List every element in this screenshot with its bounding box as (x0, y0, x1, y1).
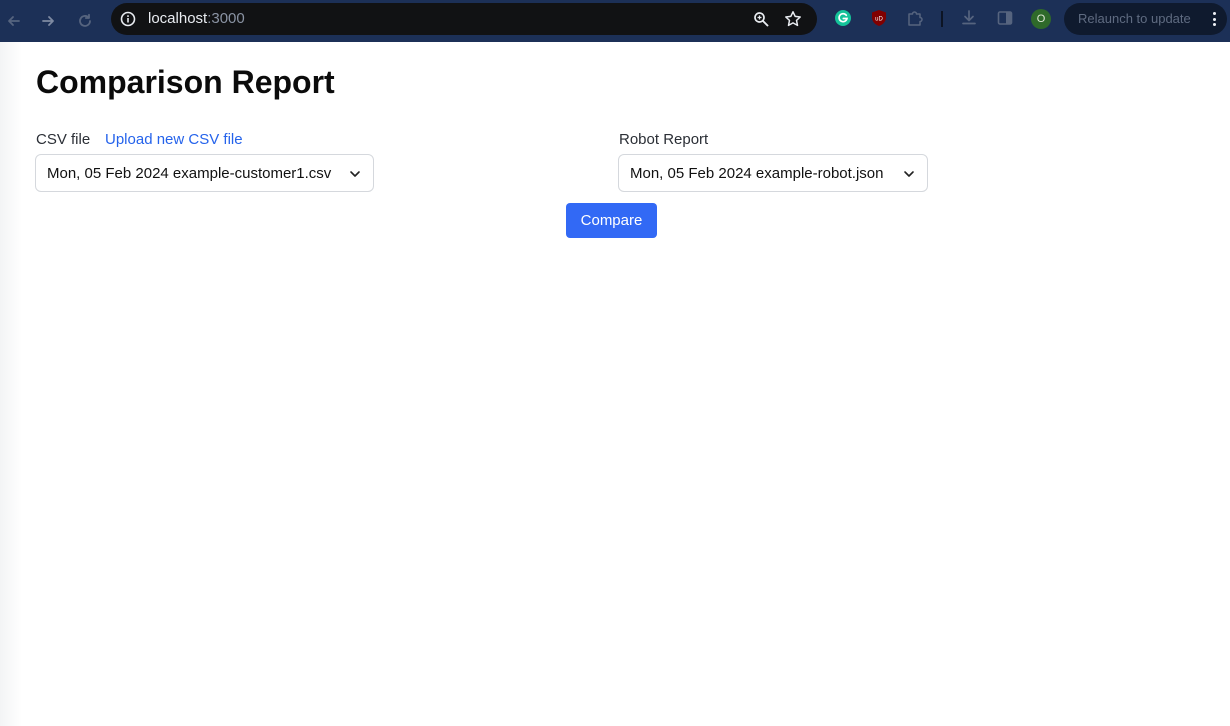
toolbar-divider (941, 11, 943, 27)
ublock-badge-text: uD (875, 17, 883, 23)
compare-button[interactable]: Compare (566, 203, 657, 238)
relaunch-to-update-button[interactable]: Relaunch to update (1064, 3, 1227, 35)
downloads-icon[interactable] (960, 9, 978, 27)
robot-report-selected-value: Mon, 05 Feb 2024 example-robot.json (630, 164, 884, 182)
browser-toolbar: localhost:3000 uD O Relaunch to update (0, 0, 1230, 42)
upload-csv-link[interactable]: Upload new CSV file (105, 131, 243, 149)
grammarly-extension-icon[interactable] (834, 9, 852, 27)
site-info-icon[interactable] (119, 10, 137, 28)
robot-report-select[interactable]: Mon, 05 Feb 2024 example-robot.json (618, 154, 928, 192)
profile-avatar[interactable]: O (1031, 9, 1051, 29)
page-title: Comparison Report (36, 64, 335, 100)
chevron-down-icon (350, 171, 360, 177)
forward-icon[interactable] (35, 8, 61, 34)
reload-icon[interactable] (72, 8, 98, 34)
page-edge-shadow (0, 42, 22, 726)
address-url[interactable]: localhost:3000 (148, 10, 245, 28)
bookmark-star-icon[interactable] (783, 9, 803, 29)
address-bar[interactable]: localhost:3000 (111, 3, 817, 35)
ublock-extension-icon[interactable]: uD (870, 9, 888, 27)
url-host: localhost (148, 10, 208, 27)
robot-report-label: Robot Report (619, 131, 709, 148)
relaunch-label: Relaunch to update (1078, 11, 1191, 26)
csv-file-select[interactable]: Mon, 05 Feb 2024 example-customer1.csv (35, 154, 374, 192)
back-icon[interactable] (1, 8, 27, 34)
side-panel-icon[interactable] (996, 9, 1014, 27)
csv-file-selected-value: Mon, 05 Feb 2024 example-customer1.csv (47, 164, 332, 182)
extensions-puzzle-icon[interactable] (906, 9, 924, 27)
url-port: :3000 (207, 10, 245, 27)
zoom-icon[interactable] (751, 9, 771, 29)
csv-file-label: CSV file (36, 131, 91, 148)
more-menu-icon[interactable] (1212, 12, 1216, 26)
chevron-down-icon (904, 171, 914, 177)
